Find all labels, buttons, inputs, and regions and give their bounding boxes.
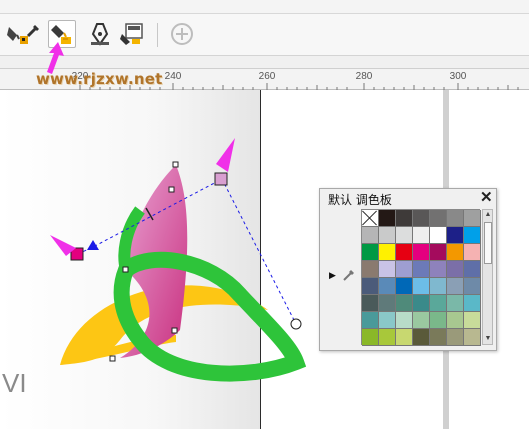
color-swatch[interactable] [396,312,413,329]
color-swatch[interactable] [447,329,464,346]
color-swatch[interactable] [413,278,430,295]
color-swatch[interactable] [362,278,379,295]
color-palette-panel[interactable]: 默认 调色板 ✕ ▶ ▲ ▼ [319,188,497,351]
color-swatch[interactable] [430,261,447,278]
color-swatch[interactable] [430,312,447,329]
path-node[interactable] [168,186,175,193]
color-swatch[interactable] [413,329,430,346]
add-tool-button[interactable] [168,20,196,48]
color-swatch[interactable] [447,244,464,261]
interactive-fill-icon [120,23,143,45]
color-swatch[interactable] [430,244,447,261]
plus-circle-icon [171,23,193,45]
ruler-label: 260 [258,71,276,82]
path-node[interactable] [172,161,179,168]
close-icon[interactable]: ✕ [480,188,493,206]
color-swatch[interactable] [379,261,396,278]
color-swatch[interactable] [464,295,481,312]
color-swatch[interactable] [413,261,430,278]
color-swatch[interactable] [464,210,481,227]
color-swatch[interactable] [379,312,396,329]
path-node[interactable] [122,266,129,273]
color-swatch[interactable] [379,329,396,346]
color-swatch[interactable] [464,329,481,346]
color-swatch[interactable] [464,244,481,261]
outline-pen-tool-button[interactable] [86,20,114,48]
expand-arrow-icon[interactable]: ▶ [329,270,336,281]
fill-direction-handle[interactable] [87,240,99,250]
color-swatch[interactable] [396,210,413,227]
color-swatch[interactable] [379,244,396,261]
color-swatch[interactable] [379,210,396,227]
color-swatch[interactable] [362,261,379,278]
ruler-label: 240 [164,71,182,82]
color-swatch[interactable] [413,227,430,244]
color-swatch[interactable] [396,329,413,346]
color-swatch[interactable] [362,227,379,244]
color-swatch[interactable] [464,227,481,244]
color-swatch[interactable] [447,261,464,278]
color-swatch[interactable] [396,295,413,312]
color-swatch[interactable] [413,312,430,329]
palette-swatch-grid [361,209,481,346]
palette-scrollbar[interactable]: ▲ ▼ [482,209,493,345]
color-swatch[interactable] [379,278,396,295]
eyedropper-icon[interactable] [342,268,356,282]
ruler-label: 280 [355,71,373,82]
color-swatch[interactable] [430,329,447,346]
pen-nib-icon [91,23,109,46]
color-swatch[interactable] [430,210,447,227]
scroll-thumb[interactable] [484,222,492,264]
ruler-label: 300 [449,71,467,82]
palette-title: 默认 调色板 [328,193,392,207]
color-swatch[interactable] [447,210,464,227]
interactive-fill-tool-button[interactable] [118,20,146,48]
color-swatch[interactable] [396,244,413,261]
fill-end-handle[interactable] [214,172,228,186]
color-swatch[interactable] [447,295,464,312]
color-swatch[interactable] [447,278,464,295]
color-swatch[interactable] [362,295,379,312]
color-swatch[interactable] [413,295,430,312]
watermark-text: www.rjzxw.net [36,70,163,88]
color-swatch[interactable] [464,278,481,295]
color-swatch[interactable] [396,261,413,278]
color-swatch[interactable] [447,227,464,244]
color-swatch[interactable] [362,329,379,346]
color-swatch[interactable] [379,295,396,312]
fill-spread-handle[interactable] [290,318,302,330]
path-node[interactable] [109,355,116,362]
color-swatch[interactable] [413,210,430,227]
color-swatch[interactable] [396,227,413,244]
color-swatch[interactable] [464,261,481,278]
path-node[interactable] [171,327,178,334]
color-swatch[interactable] [396,278,413,295]
color-swatch[interactable] [362,244,379,261]
color-swatch[interactable] [430,227,447,244]
color-swatch[interactable] [362,312,379,329]
color-swatch[interactable] [379,227,396,244]
callout-arrow-top [216,138,235,172]
no-color-swatch[interactable] [362,210,379,227]
color-swatch[interactable] [464,312,481,329]
color-swatch[interactable] [430,295,447,312]
top-menu-strip [0,0,529,14]
color-swatch[interactable] [447,312,464,329]
scroll-up-icon[interactable]: ▲ [484,211,492,219]
color-swatch[interactable] [430,278,447,295]
color-swatch[interactable] [413,244,430,261]
property-toolbar [0,14,529,56]
toolbar-separator [157,23,158,47]
scroll-down-icon[interactable]: ▼ [484,335,492,343]
